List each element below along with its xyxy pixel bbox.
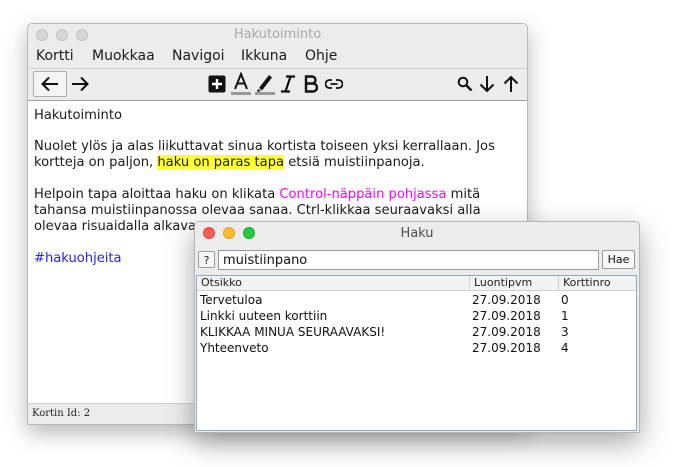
arrow-left-icon (41, 76, 58, 92)
search-submit-button[interactable]: Hae (602, 250, 635, 269)
highlighter-pen-icon (255, 75, 275, 95)
cell-title: Tervetuloa (200, 293, 263, 307)
text-color-button[interactable] (230, 71, 252, 97)
highlighted-text: haku on paras tapa (157, 155, 285, 170)
bold-icon (304, 75, 318, 93)
cell-card-number: 0 (561, 293, 569, 307)
menu-ikkuna[interactable]: Ikkuna (241, 48, 287, 64)
back-button[interactable] (33, 71, 67, 97)
column-header-date[interactable]: Luontipvm (469, 276, 558, 291)
window-title: Haku (400, 226, 434, 241)
search-input[interactable] (218, 250, 599, 270)
menu-kortti[interactable]: Kortti (36, 48, 74, 64)
table-row[interactable]: Tervetuloa 27.09.2018 0 (197, 292, 636, 308)
paragraph-text: Helpoin tapa aloittaa haku on klikata (34, 187, 280, 202)
note-paragraph-1: Nuolet ylös ja alas liikuttavat sinua ko… (34, 139, 521, 171)
table-row[interactable]: Yhteenveto 27.09.2018 4 (197, 340, 636, 356)
next-result-button[interactable] (477, 71, 497, 97)
forward-button[interactable] (68, 71, 92, 97)
search-button[interactable] (455, 71, 475, 97)
note-heading: Hakutoiminto (34, 108, 122, 123)
highlight-button[interactable] (254, 71, 276, 97)
link-button[interactable] (323, 71, 345, 97)
search-icon (457, 76, 473, 92)
main-titlebar: Hakutoiminto (28, 24, 527, 47)
toolbar (28, 69, 527, 101)
bold-button[interactable] (301, 71, 321, 97)
window-title: Hakutoiminto (233, 27, 322, 42)
column-header-card-number[interactable]: Korttinro (558, 276, 636, 291)
link-icon (325, 79, 343, 89)
cell-date: 27.09.2018 (472, 309, 541, 323)
font-color-icon (231, 72, 251, 95)
card-id-label: Kortin Id: 2 (32, 408, 91, 419)
results-table: Otsikko Luontipvm Korttinro Tervetuloa 2… (196, 275, 637, 431)
menu-ohje[interactable]: Ohje (305, 48, 337, 64)
cell-date: 27.09.2018 (472, 293, 541, 307)
cell-date: 27.09.2018 (472, 341, 541, 355)
cell-title: Yhteenveto (200, 341, 269, 355)
arrow-up-icon (503, 75, 519, 92)
paragraph-text: etsiä muistiinpanoja. (284, 155, 425, 170)
search-titlebar: Haku (195, 222, 639, 244)
plus-square-icon (208, 75, 226, 93)
cell-card-number: 1 (561, 309, 569, 323)
column-header-title[interactable]: Otsikko (197, 276, 469, 291)
arrow-down-icon (479, 76, 495, 93)
italic-icon (281, 75, 295, 93)
cell-title: Linkki uuteen korttiin (200, 309, 328, 323)
menu-muokkaa[interactable]: Muokkaa (92, 48, 155, 64)
menubar: Kortti Muokkaa Navigoi Ikkuna Ohje (28, 46, 527, 69)
arrow-right-icon (72, 76, 89, 92)
cell-card-number: 4 (561, 341, 569, 355)
menu-navigoi[interactable]: Navigoi (172, 48, 225, 64)
table-row[interactable]: Linkki uuteen korttiin 27.09.2018 1 (197, 308, 636, 324)
cell-date: 27.09.2018 (472, 325, 541, 339)
colored-text: Control-näppäin pohjassa (279, 187, 447, 202)
cell-card-number: 3 (561, 325, 569, 339)
search-window: Haku ? Hae Otsikko Luontipvm Korttinro T… (194, 221, 640, 433)
help-button[interactable]: ? (198, 251, 215, 268)
cell-title: KLIKKAA MINUA SEURAAVAKSI! (200, 325, 386, 339)
italic-button[interactable] (278, 71, 298, 97)
previous-result-button[interactable] (501, 71, 521, 97)
add-card-button[interactable] (206, 71, 228, 97)
table-row[interactable]: KLIKKAA MINUA SEURAAVAKSI! 27.09.2018 3 (197, 324, 636, 340)
